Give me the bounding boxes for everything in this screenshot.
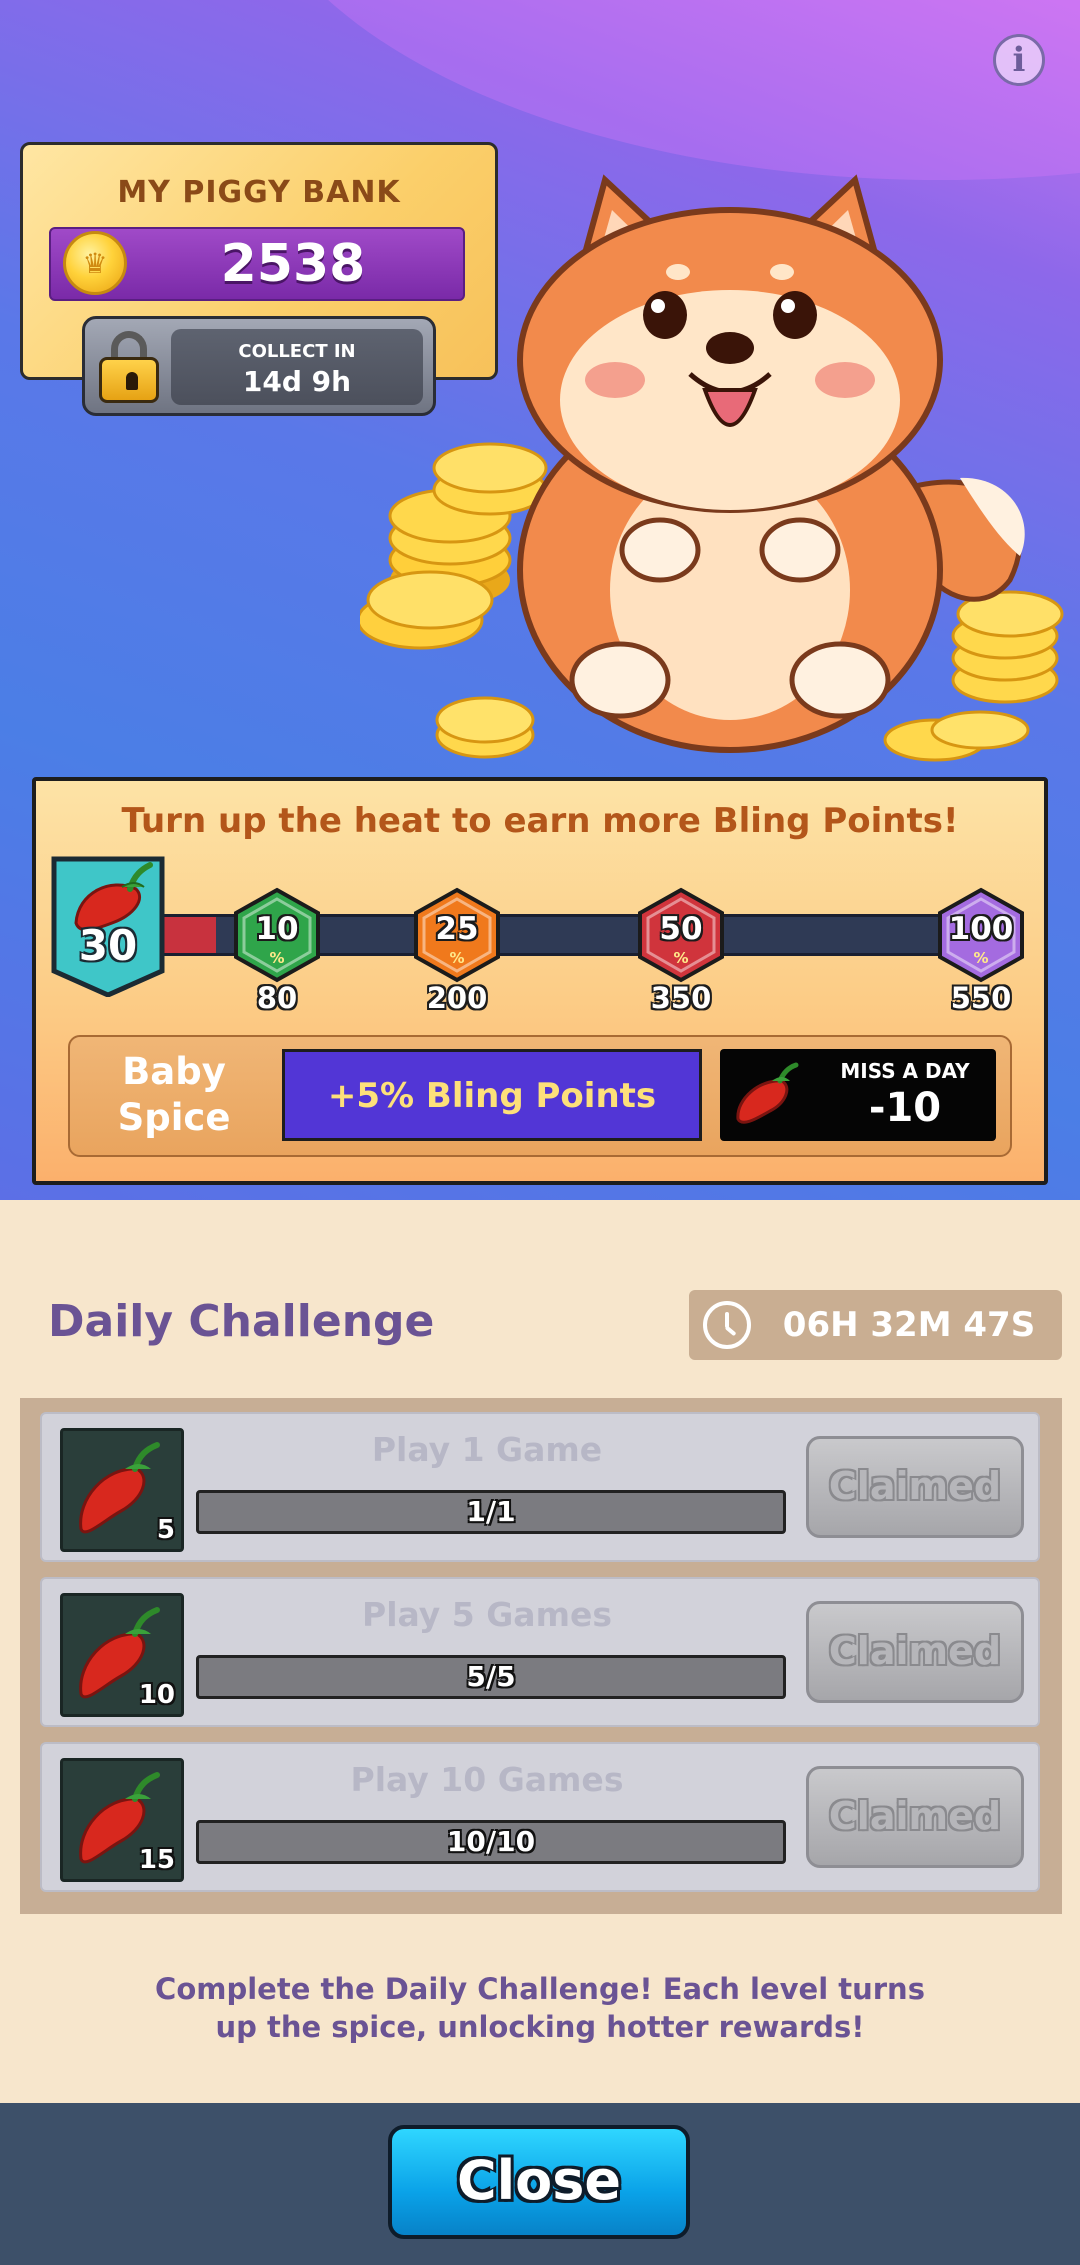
coin-stack-icon [360,442,548,759]
chili-pepper-icon: 5 [60,1428,184,1552]
spice-progress-fill [159,917,216,953]
challenge-item: 15 Play 10 Games 10/10 Claimed [40,1742,1040,1892]
lock-icon [99,331,159,403]
close-button[interactable]: Close [388,2125,690,2239]
miss-a-day-value: -10 [868,1085,942,1131]
daily-challenge-footer: Complete the Daily Challenge! Each level… [0,1970,1080,2046]
miss-a-day-box: MISS A DAY -10 [720,1049,996,1141]
milestone-value: 50 [659,911,703,947]
challenge-task: Play 1 Game [371,1430,603,1469]
challenge-item: 10 Play 5 Games 5/5 Claimed [40,1577,1040,1727]
tier-name-line2: Spice [117,1096,231,1139]
challenge-reward: 5 [156,1515,175,1545]
milestone-percent: % [973,949,989,967]
challenge-task: Play 10 Games [350,1760,624,1799]
clock-icon [703,1301,751,1349]
footer-line1: Complete the Daily Challenge! Each level… [155,1972,925,2006]
milestone-percent: % [673,949,689,967]
daily-challenge-timer: 06H 32M 47S [689,1290,1062,1360]
challenge-progress-text: 5/5 [466,1660,516,1693]
coin-icon: ♛ [63,231,127,295]
miss-a-day-label: MISS A DAY [840,1059,970,1083]
challenge-progress-text: 1/1 [466,1495,516,1528]
milestone-percent: % [269,949,285,967]
milestone-value: 25 [435,911,479,947]
challenge-progress-bar: 10/10 [196,1820,786,1864]
milestone-badge: 10% [232,887,322,983]
shiba-dog-illustration [360,174,1064,762]
spice-tier-row: Baby Spice +5% Bling Points MISS A DAY -… [68,1035,1012,1157]
milestone-requirement: 550 [950,981,1012,1015]
challenge-list: 5 Play 1 Game 1/1 Claimed 10 Play 5 Game… [20,1398,1062,1914]
chili-pepper-icon: 10 [60,1593,184,1717]
challenge-reward: 15 [138,1845,175,1875]
claimed-button[interactable]: Claimed [806,1601,1024,1703]
daily-challenge-title: Daily Challenge [48,1296,435,1347]
tier-bonus: +5% Bling Points [282,1049,702,1141]
claimed-button[interactable]: Claimed [806,1436,1024,1538]
challenge-task: Play 5 Games [362,1595,612,1634]
milestone-requirement: 350 [650,981,712,1015]
info-icon[interactable]: i [993,34,1045,86]
footer-line2: up the spice, unlocking hotter rewards! [215,2010,865,2044]
spice-level-panel: Turn up the heat to earn more Bling Poin… [32,777,1048,1185]
spice-headline: Turn up the heat to earn more Bling Poin… [121,801,959,841]
claimed-button[interactable]: Claimed [806,1766,1024,1868]
bottom-bar: Close [0,2103,1080,2265]
current-level-number: 30 [78,921,138,970]
chili-pepper-icon: 15 [60,1758,184,1882]
milestone-badge: 50% [636,887,726,983]
chili-pepper-icon [736,1062,799,1124]
milestone-value: 100 [948,911,1014,947]
challenge-progress-text: 10/10 [446,1825,536,1858]
challenge-progress-bar: 1/1 [196,1490,786,1534]
milestone-value: 10 [255,911,299,947]
hero-section: i MY PIGGY BANK ♛ 2538 COLLECT IN 14d 9h [0,0,1080,1200]
milestone-badge: 100% [936,887,1026,983]
milestone-requirement: 200 [426,981,488,1015]
milestone-badge: 25% [412,887,502,983]
tier-name: Baby Spice [84,1049,264,1141]
challenge-item: 5 Play 1 Game 1/1 Claimed [40,1412,1040,1562]
timer-text: 06H 32M 47S [782,1305,1036,1345]
challenge-progress-bar: 5/5 [196,1655,786,1699]
milestone-percent: % [449,949,465,967]
tier-name-line1: Baby [122,1050,226,1093]
challenge-reward: 10 [138,1680,175,1710]
milestone-requirement: 80 [256,981,298,1015]
